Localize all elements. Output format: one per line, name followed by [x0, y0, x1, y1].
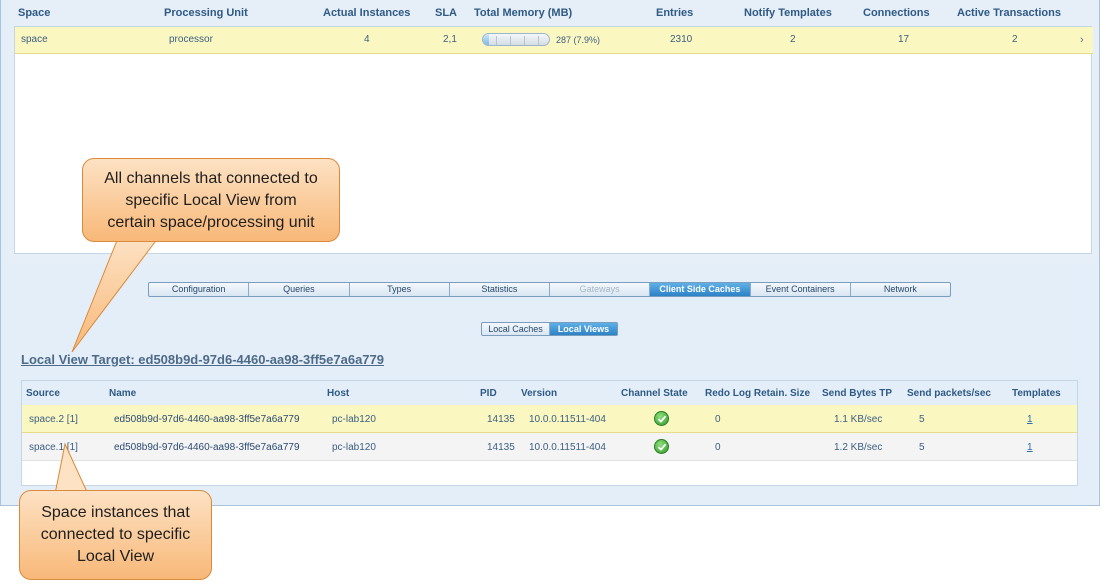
screen: Space Processing Unit Actual Instances S…	[0, 0, 1106, 585]
callout-channels-line: All channels that connected to	[104, 170, 318, 187]
callout-space-instances: Space instances that connected to specif…	[19, 490, 212, 580]
callout-instances-line: connected to specific	[40, 526, 191, 543]
callout-channels-line: specific Local View from	[125, 192, 297, 209]
callout-instances-line: Local View	[76, 548, 155, 565]
callout-channels-line: certain space/processing unit	[107, 214, 315, 231]
callout-pointer-channels	[71, 237, 160, 353]
callout-instances-line: Space instances that	[41, 504, 190, 521]
callout-channels: All channels that connected to specific …	[82, 158, 340, 242]
callout-pointer-instances	[54, 442, 89, 495]
